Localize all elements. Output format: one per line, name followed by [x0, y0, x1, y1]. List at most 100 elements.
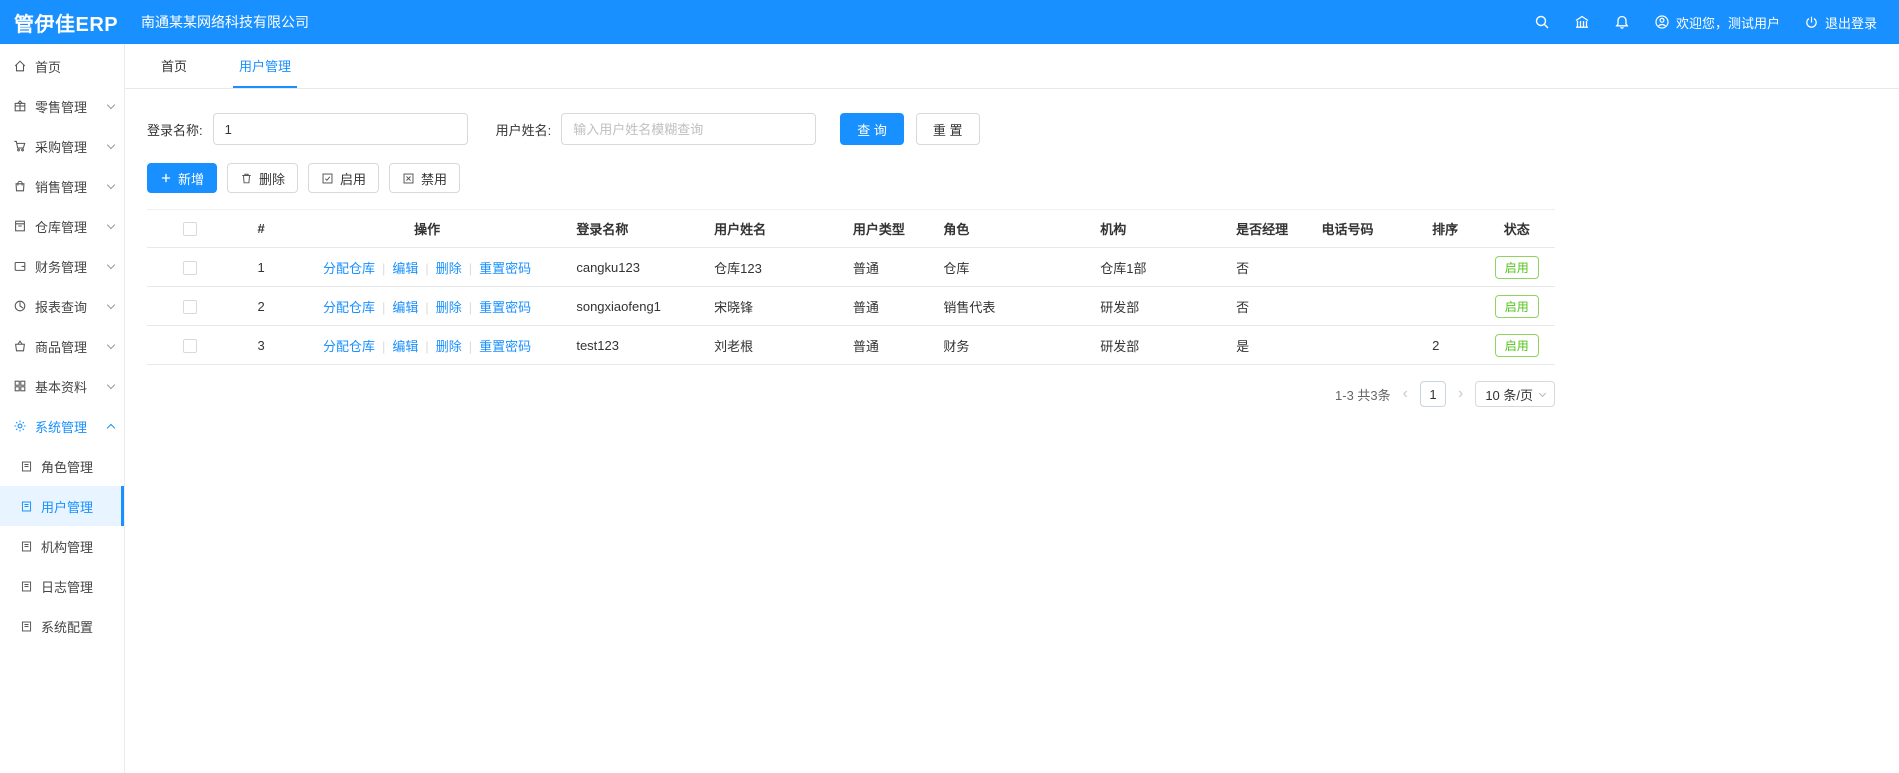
assign-warehouse-link[interactable]: 分配仓库: [323, 261, 375, 276]
col-actions: 操作: [289, 209, 565, 248]
sidebar-item-basic[interactable]: 基本资料: [0, 366, 124, 406]
edit-link[interactable]: 编辑: [392, 261, 418, 276]
sidebar-item-label: 采购管理: [35, 139, 88, 155]
cell-user-type: 普通: [840, 247, 932, 287]
status-badge[interactable]: 启用: [1494, 333, 1539, 357]
delete-button[interactable]: 删除: [227, 163, 299, 193]
sidebar-item-goods[interactable]: 商品管理: [0, 326, 124, 366]
row-checkbox[interactable]: [182, 260, 197, 275]
prev-page-button[interactable]: ‹: [1401, 386, 1410, 402]
cell-phone: [1309, 286, 1421, 326]
logout-button[interactable]: 退出登录: [1804, 13, 1877, 32]
sidebar-item-user[interactable]: 用户管理: [0, 486, 124, 526]
pagination: 1-3 共3条 ‹ 1 › 10 条/页: [147, 381, 1555, 407]
cell-role: 财务: [931, 325, 1089, 365]
page-size-value: 10 条/页: [1485, 387, 1533, 403]
basic-data-icon: [14, 380, 26, 392]
filter-bar: 登录名称: 用户姓名: 查 询 重 置: [147, 113, 1875, 145]
sidebar-item-log[interactable]: 日志管理: [0, 566, 124, 606]
sidebar-item-org[interactable]: 机构管理: [0, 526, 124, 566]
sidebar-item-label: 仓库管理: [35, 219, 88, 235]
delete-link[interactable]: 删除: [436, 339, 462, 354]
plus-icon: [161, 173, 171, 183]
sidebar-item-label: 首页: [35, 59, 62, 75]
cell-org: 研发部: [1088, 286, 1225, 326]
cell-role: 仓库: [931, 247, 1089, 287]
user-name-label: 用户姓名:: [495, 122, 552, 138]
status-badge[interactable]: 启用: [1494, 255, 1539, 279]
select-all-checkbox[interactable]: [182, 222, 197, 237]
chevron-down-icon: [106, 300, 116, 309]
chevron-down-icon: [106, 180, 116, 189]
warehouse-icon: [15, 220, 25, 232]
doc-icon: [21, 501, 32, 511]
delete-link[interactable]: 删除: [436, 261, 462, 276]
reset-password-link[interactable]: 重置密码: [479, 261, 531, 276]
doc-icon: [21, 581, 32, 591]
sidebar-item-purchase[interactable]: 采购管理: [0, 126, 124, 166]
col-is-manager: 是否经理: [1224, 209, 1310, 248]
tab-bar: 首页 用户管理: [125, 44, 1899, 89]
bell-icon[interactable]: [1614, 14, 1630, 30]
cell-login-name: cangku123: [564, 247, 703, 287]
search-icon[interactable]: [1534, 14, 1550, 30]
tab-home[interactable]: 首页: [155, 44, 193, 88]
assign-warehouse-link[interactable]: 分配仓库: [323, 339, 375, 354]
enable-button[interactable]: 启用: [308, 163, 380, 193]
chevron-down-icon: [1538, 389, 1547, 397]
reset-button[interactable]: 重 置: [915, 113, 980, 145]
sidebar-item-report[interactable]: 报表查询: [0, 286, 124, 326]
add-button[interactable]: 新增: [147, 163, 218, 193]
chevron-down-icon: [106, 140, 116, 149]
assign-warehouse-link[interactable]: 分配仓库: [323, 300, 375, 315]
sidebar-item-label: 机构管理: [41, 539, 94, 555]
col-user-name: 用户姓名: [702, 209, 841, 248]
sidebar-item-role[interactable]: 角色管理: [0, 446, 124, 486]
edit-link[interactable]: 编辑: [392, 339, 418, 354]
report-icon: [14, 300, 26, 312]
page-size-select[interactable]: 10 条/页: [1475, 381, 1555, 407]
search-button[interactable]: 查 询: [840, 113, 904, 145]
doc-icon: [21, 461, 32, 471]
sidebar-item-warehouse[interactable]: 仓库管理: [0, 206, 124, 246]
col-status: 状态: [1478, 209, 1555, 248]
cell-user-type: 普通: [840, 325, 932, 365]
delete-link[interactable]: 删除: [436, 300, 462, 315]
cell-index: 2: [232, 286, 290, 326]
tab-user-management[interactable]: 用户管理: [233, 44, 298, 88]
cell-org: 仓库1部: [1088, 247, 1225, 287]
table-header-row: # 操作 登录名称 用户姓名 用户类型 角色 机构 是否经理 电话号码 排序 状…: [147, 209, 1555, 248]
sidebar-item-retail[interactable]: 零售管理: [0, 86, 124, 126]
row-checkbox[interactable]: [182, 338, 197, 353]
sidebar-item-label: 用户管理: [41, 499, 94, 515]
user-name-input[interactable]: [561, 113, 817, 145]
sidebar-item-config[interactable]: 系统配置: [0, 606, 124, 646]
doc-icon: [21, 621, 32, 631]
page-1-button[interactable]: 1: [1419, 381, 1446, 407]
disable-button[interactable]: 禁用: [389, 163, 461, 193]
sidebar-item-finance[interactable]: 财务管理: [0, 246, 124, 286]
edit-link[interactable]: 编辑: [392, 300, 418, 315]
goods-icon: [15, 340, 25, 352]
table-row: 3 分配仓库 | 编辑 | 删除 | 重置密码 test123 刘老根 普通 财务 研发部 …: [147, 325, 1555, 365]
col-user-type: 用户类型: [840, 209, 932, 248]
login-name-input[interactable]: [212, 113, 468, 145]
bank-icon[interactable]: [1574, 14, 1590, 30]
reset-password-link[interactable]: 重置密码: [479, 339, 531, 354]
enable-button-label: 启用: [340, 171, 367, 187]
reset-password-link[interactable]: 重置密码: [479, 300, 531, 315]
col-phone: 电话号码: [1309, 209, 1421, 248]
cell-sort: [1420, 286, 1479, 326]
row-checkbox[interactable]: [182, 299, 197, 314]
sidebar-item-sales[interactable]: 销售管理: [0, 166, 124, 206]
sidebar-item-home[interactable]: 首页: [0, 46, 124, 86]
logout-label: 退出登录: [1824, 15, 1877, 31]
col-sort: 排序: [1420, 209, 1479, 248]
sidebar-item-system[interactable]: 系统管理: [0, 406, 124, 446]
next-page-button[interactable]: ›: [1456, 386, 1465, 402]
pagination-total: 1-3 共3条: [1335, 387, 1391, 403]
sidebar-item-label: 商品管理: [35, 339, 88, 355]
action-toolbar: 新增 删除 启用 禁用: [147, 163, 1875, 193]
status-badge[interactable]: 启用: [1494, 294, 1539, 318]
user-menu[interactable]: 欢迎您，测试用户: [1654, 13, 1780, 32]
